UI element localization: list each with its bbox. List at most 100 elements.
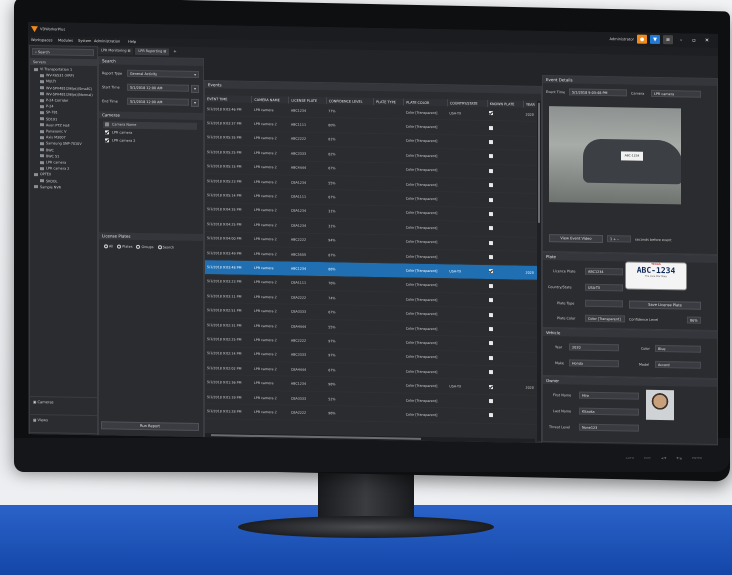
licence-plate-field[interactable]: ABC1234 — [585, 267, 623, 276]
start-time-dropdown[interactable]: ▾ — [191, 84, 199, 93]
first-name-field[interactable]: Hiro — [579, 391, 639, 400]
tree-item[interactable]: WV-SPV481(29fps)(SmallC) — [40, 86, 92, 91]
run-report-button[interactable]: Run Report — [101, 421, 199, 431]
monitor-button[interactable]: EXIT — [644, 456, 651, 460]
tree-item[interactable]: OPTEX — [34, 172, 51, 177]
known-plate-checkbox[interactable] — [489, 298, 494, 303]
known-plate-checkbox[interactable] — [489, 183, 494, 188]
threat-level-field[interactable]: None123 — [579, 423, 639, 432]
known-plate-checkbox[interactable] — [489, 168, 494, 173]
radio-groups[interactable]: Groups — [136, 244, 154, 249]
make-field[interactable]: Honda — [569, 359, 619, 368]
servers-header[interactable]: Servers — [30, 58, 97, 67]
tree-item-label: BWC — [46, 147, 54, 153]
known-plate-checkbox[interactable] — [489, 226, 494, 231]
tab-lpr-reporting[interactable]: LPR Reporting ⊠ — [135, 47, 170, 56]
tree-item[interactable]: SD191 — [40, 117, 57, 121]
tree-item[interactable]: WV-X6531 (VRP) — [40, 73, 74, 78]
tree-item[interactable]: LPR camera 2 — [40, 166, 69, 171]
event-time-field[interactable]: 5/1/2018 9:03:48 PM — [569, 88, 627, 97]
minimize-icon[interactable]: – — [676, 35, 686, 44]
radio-plates[interactable]: Plates — [117, 244, 132, 249]
known-plate-checkbox[interactable] — [489, 413, 494, 418]
menu-system[interactable]: System — [78, 39, 91, 43]
tree-item[interactable]: MULTI — [40, 80, 56, 84]
known-plate-checkbox[interactable] — [489, 255, 494, 260]
known-plate-checkbox[interactable] — [489, 399, 494, 404]
tree-item[interactable]: SKOOL — [40, 179, 57, 183]
tree-item[interactable]: BWC 51 — [40, 154, 59, 158]
tree-item[interactable]: Sample NVR — [34, 185, 61, 189]
radio-all[interactable]: All — [104, 244, 113, 248]
known-plate-checkbox[interactable] — [489, 197, 494, 202]
known-plate-checkbox[interactable] — [489, 269, 494, 274]
settings-icon[interactable]: ≡ — [663, 35, 673, 45]
table-cell: LPR camera 2 — [251, 188, 289, 204]
monitor-button[interactable]: ◄/▼ — [661, 456, 667, 460]
end-time-dropdown[interactable]: ▾ — [191, 98, 199, 107]
tree-item[interactable]: BWC — [40, 148, 54, 152]
plate-color-field[interactable]: Color [Transparent] — [585, 314, 625, 323]
table-cell — [373, 162, 404, 177]
known-plate-checkbox[interactable] — [489, 139, 494, 145]
tab-lpr-monitoring[interactable]: LPR Monitoring ⊠ — [98, 47, 134, 55]
menu-help[interactable]: Help — [128, 40, 136, 44]
tree-item[interactable]: Samsung SNP-7010V — [40, 142, 82, 146]
model-field[interactable]: Accord — [655, 360, 701, 369]
menu-administration[interactable]: Administration — [94, 39, 120, 43]
tree-item[interactable]: Axis M3007 — [40, 135, 66, 140]
close-icon[interactable]: ✕ — [702, 36, 712, 45]
restore-icon[interactable]: ▫ — [689, 36, 699, 45]
known-plate-checkbox[interactable] — [489, 384, 494, 389]
camera-field[interactable]: LPR camera — [651, 89, 701, 98]
tree-item[interactable]: Avon PTZ Hall — [40, 123, 69, 127]
table-cell: 31% — [326, 218, 374, 235]
confidence-level-field[interactable]: 86% — [687, 316, 701, 324]
vertical-scrollbar[interactable] — [537, 100, 541, 441]
known-plate-checkbox[interactable] — [489, 355, 494, 360]
known-plate-checkbox[interactable] — [489, 125, 494, 130]
plate-type-field[interactable] — [585, 299, 623, 308]
user-icon[interactable]: ● — [637, 34, 647, 44]
monitor-button[interactable]: ▼/▲ — [676, 456, 682, 460]
country-state-field[interactable]: USA-TX — [585, 283, 623, 292]
menu-workspaces[interactable]: Workspaces — [31, 38, 53, 42]
known-plate-checkbox[interactable] — [489, 240, 494, 245]
save-license-plate-button[interactable]: Save License Plate — [629, 300, 701, 310]
report-type-select[interactable]: General Activity ▾ — [127, 69, 199, 78]
known-plate-checkbox[interactable] — [489, 341, 494, 346]
known-plate-checkbox[interactable] — [489, 283, 494, 288]
last-name-field[interactable]: Kitaoka — [579, 407, 639, 416]
known-plate-checkbox[interactable] — [489, 154, 494, 159]
tree-item[interactable]: Panasonic V — [40, 129, 66, 134]
tree-item[interactable]: WV-SPV481(29fps)(Normal) — [40, 92, 93, 97]
nav-cameras[interactable]: ▣ Cameras — [30, 396, 97, 416]
tree-item[interactable]: LPR camera — [40, 160, 66, 165]
known-plate-checkbox[interactable] — [489, 111, 494, 116]
monitor-button[interactable]: AUTO — [626, 456, 634, 460]
menu-modules[interactable]: Modules — [58, 39, 73, 43]
tree-item[interactable]: P-24 — [40, 104, 54, 109]
view-event-video-button[interactable]: View Event Video — [549, 234, 603, 244]
known-plate-checkbox[interactable] — [489, 211, 494, 217]
camera-row-2[interactable]: LPR camera 2 — [103, 138, 135, 143]
known-plate-checkbox[interactable] — [489, 327, 494, 332]
filter-icon[interactable]: ▼ — [650, 34, 660, 45]
year-field[interactable]: 2020 — [569, 343, 619, 352]
tree-item[interactable]: VI Transportation 1 — [34, 67, 72, 72]
radio-search[interactable]: Search — [157, 245, 174, 250]
nav-views[interactable]: ▦ Views — [30, 414, 97, 434]
seconds-stepper[interactable]: 1 + – — [607, 235, 631, 243]
known-plate-checkbox[interactable] — [489, 312, 494, 317]
add-tab-button[interactable]: + — [171, 48, 178, 55]
tree-item[interactable]: P-24 Corridor — [40, 98, 68, 103]
end-time-field[interactable]: 5/1/2018 12:00 AM — [127, 97, 189, 106]
known-plate-checkbox[interactable] — [489, 370, 494, 375]
color-field[interactable]: Blue — [655, 344, 701, 353]
monitor-button[interactable]: ENTER — [692, 456, 702, 460]
nav-search-input[interactable]: ⌕ Search — [32, 48, 94, 57]
table-cell — [373, 334, 404, 350]
tree-item[interactable]: SP-781 — [40, 111, 58, 115]
start-time-field[interactable]: 5/1/2018 12:00 AM — [127, 83, 189, 92]
camera-row-1[interactable]: LPR camera — [103, 130, 132, 135]
